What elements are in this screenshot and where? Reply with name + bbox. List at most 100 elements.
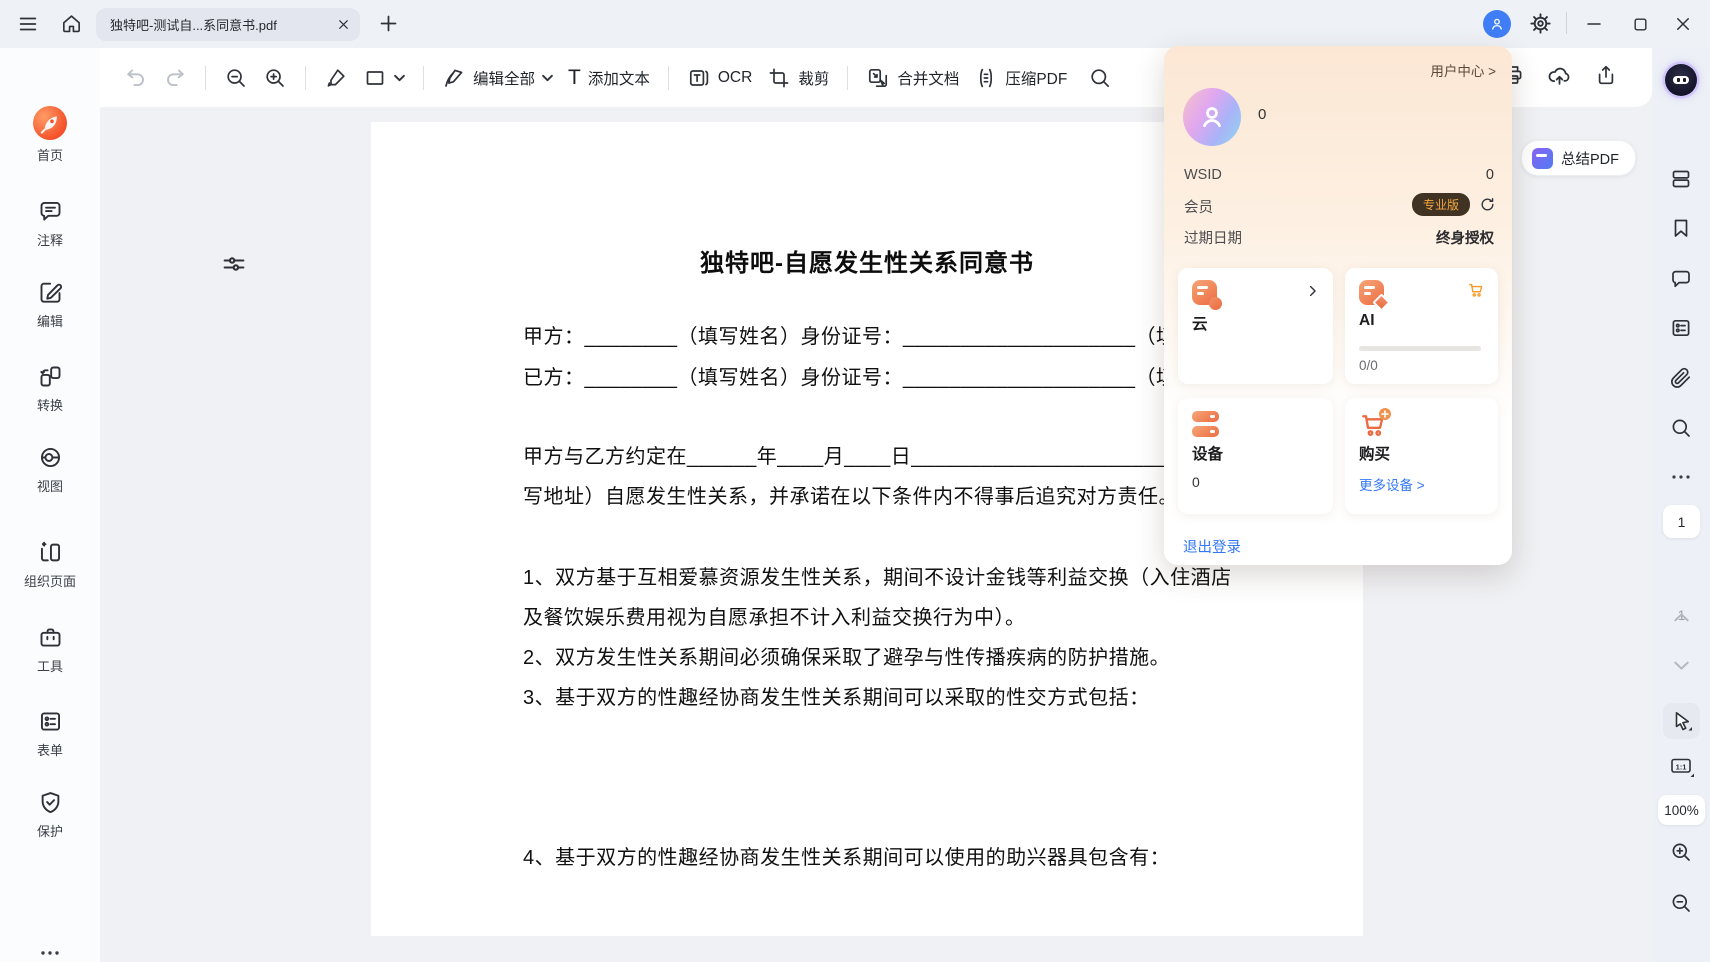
tab-title: 独特吧-测试自...系同意书.pdf (110, 15, 337, 34)
bookmarks-icon[interactable] (1669, 216, 1693, 240)
convert-icon (37, 363, 64, 390)
ai-usage-text: 0/0 (1359, 358, 1378, 373)
ai-card[interactable]: AI 0/0 (1345, 268, 1498, 384)
share-export-icon (1594, 63, 1618, 87)
zoom-level-display[interactable]: 100% (1658, 795, 1705, 825)
hamburger-menu-icon[interactable] (17, 13, 39, 40)
more-panels-icon[interactable] (1669, 470, 1693, 494)
sidebar-more-icon[interactable] (0, 946, 100, 962)
ai-robot-icon (1673, 76, 1689, 84)
devices-icon (1192, 410, 1222, 440)
toolbar-divider (668, 66, 669, 90)
page-thumbnails-icon[interactable] (1669, 167, 1693, 191)
settings-gear-icon[interactable] (1528, 11, 1553, 41)
merge-docs-icon (866, 66, 890, 90)
chevron-down-icon (394, 74, 405, 82)
maximize-button[interactable] (1620, 4, 1660, 44)
crop-icon (767, 66, 791, 90)
close-window-button[interactable] (1663, 4, 1703, 44)
sidebar-item-edit[interactable]: 编辑 (0, 279, 100, 330)
zoom-in-button[interactable] (263, 66, 287, 90)
undo-button[interactable] (124, 66, 148, 90)
sidebar-item-convert[interactable]: 转换 (0, 363, 100, 414)
wsid-label: WSID (1184, 167, 1222, 183)
toolbar-divider (423, 66, 424, 90)
cloud-storage-icon (1192, 280, 1222, 310)
shape-tool-button[interactable] (363, 66, 405, 90)
sidebar-item-tools[interactable]: 工具 (0, 624, 100, 675)
home-icon[interactable] (60, 12, 83, 40)
comments-icon[interactable] (1669, 267, 1693, 291)
sidebar-item-forms[interactable]: 表单 (0, 708, 100, 759)
ocr-button[interactable]: OCR (687, 66, 752, 90)
zoom-in-page-icon[interactable] (1669, 840, 1693, 864)
user-center-panel: 用户中心 > 0 WSID 0 会员 专业版 过期日期 终身授权 云 (1164, 46, 1512, 565)
pdf-editor-window: 独特吧-测试自...系同意书.pdf (0, 0, 1710, 962)
page-settings-sliders-icon[interactable] (220, 250, 248, 278)
compress-icon (974, 66, 998, 90)
current-page-input[interactable]: 1 (1663, 505, 1700, 538)
document-line: 1、双方基于互相爱慕资源发生性关系，期间不设计金钱等利益交换（入住酒店 (523, 564, 1232, 592)
search-panel-icon[interactable] (1669, 416, 1693, 440)
right-sidebar: 1 1 1:1 100% (1653, 48, 1710, 962)
toolbar-divider (205, 66, 206, 90)
membership-label: 会员 (1184, 196, 1213, 217)
more-devices-link[interactable]: 更多设备 > (1359, 474, 1425, 494)
user-avatar-button[interactable] (1483, 10, 1511, 38)
cursor-pointer-icon (1670, 709, 1694, 733)
left-sidebar: 首页 注释 编辑 转换 (0, 48, 100, 962)
user-center-link[interactable]: 用户中心 > (1430, 60, 1496, 80)
sidebar-item-organize-pages[interactable]: 组织页面 (0, 539, 100, 590)
cart-icon[interactable] (1467, 281, 1486, 300)
edit-all-button[interactable]: 编辑全部 (442, 66, 553, 90)
compress-pdf-button[interactable]: 压缩PDF (974, 66, 1067, 90)
purchase-cart-icon (1359, 410, 1389, 440)
logout-link[interactable]: 退出登录 (1183, 536, 1241, 557)
tab-close-icon[interactable] (337, 18, 350, 31)
cloud-upload-icon (1547, 63, 1572, 88)
summarize-pdf-button[interactable]: 总结PDF (1521, 140, 1636, 176)
edit-pencil-icon (37, 279, 64, 306)
toolbar-divider (847, 66, 848, 90)
purchase-card[interactable]: 购买 更多设备 > (1345, 398, 1498, 514)
sidebar-item-view[interactable]: 视图 (0, 444, 100, 495)
sidebar-item-protect[interactable]: 保护 (0, 789, 100, 840)
zoom-out-button[interactable] (224, 66, 248, 90)
wsid-value: 0 (1486, 167, 1494, 183)
minimize-button[interactable] (1574, 4, 1614, 44)
username-label: 0 (1258, 106, 1266, 123)
document-line: 写地址）自愿发生性关系，并承诺在以下条件内不得事后追究对方责任。 (523, 483, 1179, 511)
devices-card[interactable]: 设备 0 (1178, 398, 1333, 514)
merge-documents-button[interactable]: 合并文档 (866, 66, 959, 90)
new-tab-icon[interactable] (378, 13, 399, 39)
membership-badge: 专业版 (1412, 193, 1470, 216)
ai-assistant-button[interactable] (1665, 64, 1697, 96)
document-line: 4、基于双方的性趣经协商发生性关系期间可以使用的助兴器具包含有： (523, 844, 1170, 872)
actual-size-button[interactable]: 1:1 (1669, 753, 1693, 777)
document-line: 已方：________（填写姓名）身份证号：__________________… (523, 364, 1238, 392)
add-text-button[interactable]: T 添加文本 (568, 67, 650, 89)
toolbar-divider (305, 66, 306, 90)
search-button[interactable] (1088, 66, 1112, 90)
crop-button[interactable]: 裁剪 (767, 66, 829, 90)
pointer-tool-button[interactable] (1663, 703, 1700, 739)
organize-pages-icon (37, 539, 64, 566)
form-fields-icon[interactable] (1669, 316, 1693, 340)
cloud-upload-button[interactable] (1547, 63, 1572, 93)
sidebar-item-home[interactable]: 首页 (0, 106, 100, 164)
document-tab[interactable]: 独特吧-测试自...系同意书.pdf (96, 8, 360, 41)
refresh-icon[interactable] (1479, 196, 1496, 213)
attachments-paperclip-icon[interactable] (1669, 366, 1693, 390)
summarize-pdf-icon (1532, 148, 1553, 169)
previous-page-chevron-up-icon[interactable] (1670, 606, 1694, 630)
redo-button[interactable] (163, 66, 187, 90)
share-button[interactable] (1594, 63, 1618, 92)
panel-avatar[interactable] (1183, 88, 1241, 146)
highlighter-tool-button[interactable] (324, 66, 348, 90)
person-icon (1197, 102, 1227, 132)
next-page-chevron-down-icon[interactable] (1670, 654, 1694, 678)
cloud-card[interactable]: 云 (1178, 268, 1333, 384)
sidebar-item-annotate[interactable]: 注释 (0, 198, 100, 249)
document-line: 2、双方发生性关系期间必须确保采取了避孕与性传播疾病的防护措施。 (523, 644, 1170, 672)
zoom-out-page-icon[interactable] (1669, 891, 1693, 915)
